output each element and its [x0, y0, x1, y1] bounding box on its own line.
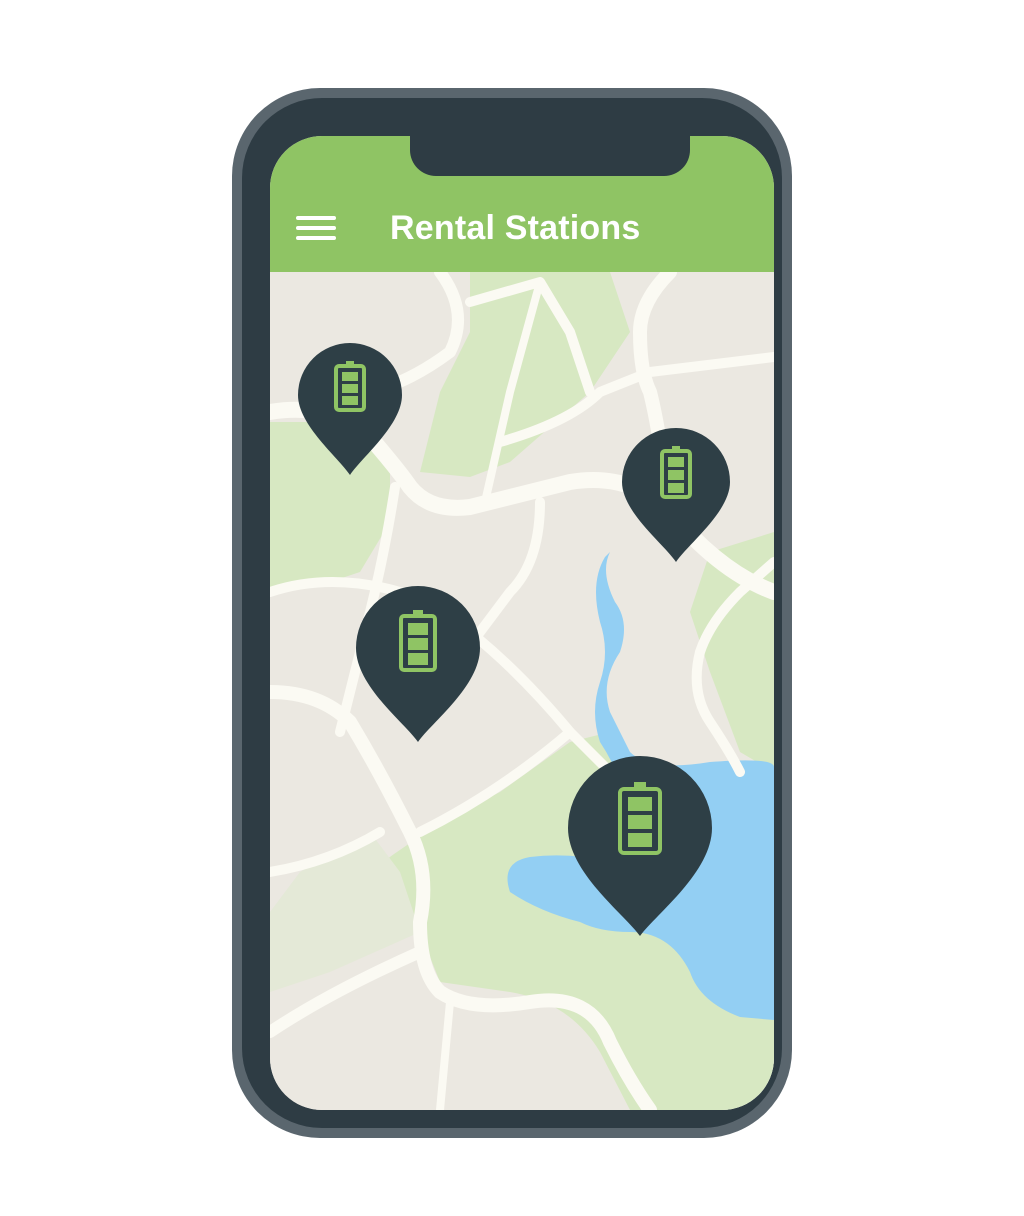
phone-bezel: Rental Stations: [242, 98, 782, 1128]
phone-frame: Rental Stations: [232, 88, 792, 1138]
page-title: Rental Stations: [390, 209, 641, 247]
hamburger-menu-icon[interactable]: [292, 210, 340, 246]
phone-notch: [410, 136, 690, 176]
map-view[interactable]: [270, 272, 774, 1110]
app-screen: Rental Stations: [270, 136, 774, 1110]
